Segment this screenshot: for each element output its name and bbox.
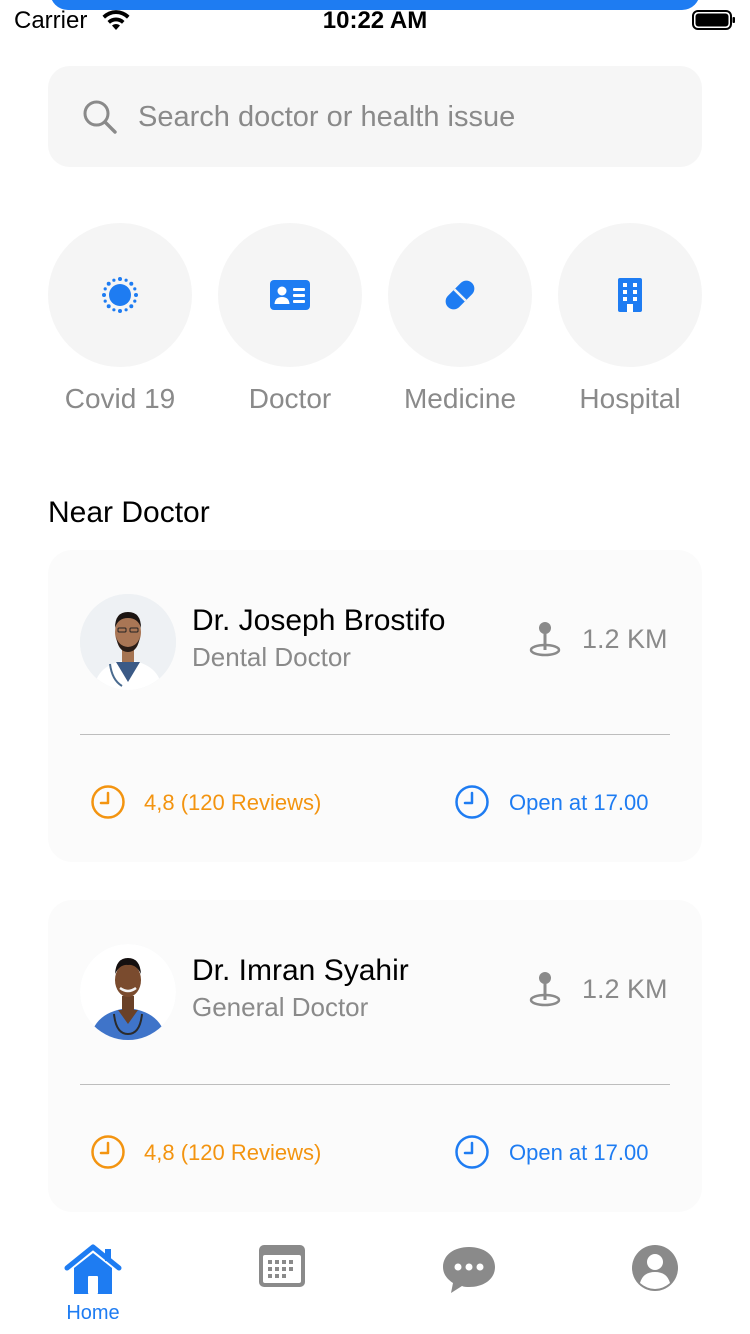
doctor-open-time: Open at 17.00 [509,1140,649,1165]
category-covid-19[interactable]: Covid 19 [48,223,192,415]
id-card-icon [270,280,310,310]
search-icon [83,100,117,134]
divider [80,734,670,735]
rating-clock-icon [91,1135,125,1169]
doctor-rating: 4,8 (120 Reviews) [144,790,322,815]
doctor-specialty: General Doctor [192,992,369,1022]
doctor-distance: 1.2 KM [582,624,668,654]
home-icon [64,1244,122,1294]
category-label: Hospital [579,383,681,414]
category-doctor[interactable]: Doctor [218,223,362,415]
category-label: Medicine [403,383,517,414]
doctor-rating: 4,8 (120 Reviews) [144,1140,322,1165]
category-hospital[interactable]: Hospital [558,223,702,415]
tab-chat[interactable] [429,1244,509,1294]
doctor-card[interactable]: Dr. Imran Syahir General Doctor 1.2 KM 4… [48,900,702,1212]
doctor-avatar [80,944,176,1040]
category-label: Doctor [248,383,332,414]
chat-icon [443,1247,495,1293]
virus-icon [102,277,138,313]
hospital-building-icon [618,278,642,312]
category-circle[interactable] [218,223,362,367]
rating-clock-icon [91,785,125,819]
category-circle[interactable] [558,223,702,367]
tab-profile[interactable] [615,1244,695,1292]
search-input[interactable] [138,96,658,138]
clock-icon [455,1135,489,1169]
doctor-specialty: Dental Doctor [192,642,351,672]
location-pin-icon [529,972,561,1007]
doctor-name: Dr. Joseph Brostifo [192,604,446,637]
category-circle[interactable] [48,223,192,367]
section-title-near-doctor: Near Doctor [48,496,210,529]
profile-icon [632,1245,678,1291]
calendar-icon [259,1245,305,1287]
doctor-name: Dr. Imran Syahir [192,954,409,987]
tab-calendar[interactable] [242,1244,322,1288]
pill-icon [445,280,475,310]
tab-home[interactable]: Home [53,1244,133,1325]
doctor-card[interactable]: Dr. Joseph Brostifo Dental Doctor 1.2 KM… [48,550,702,862]
battery-icon [692,10,735,30]
status-bar: Carrier 10:22 AM [0,0,750,44]
doctor-distance: 1.2 KM [582,974,668,1004]
clock-icon [455,785,489,819]
doctor-avatar [80,594,176,690]
category-label: Covid 19 [64,383,176,414]
clock-time: 10:22 AM [322,7,428,34]
doctor-open-time: Open at 17.00 [509,790,649,815]
tab-home-label: Home [66,1302,120,1324]
category-circle[interactable] [388,223,532,367]
category-medicine[interactable]: Medicine [388,223,532,415]
location-pin-icon [529,622,561,657]
divider [80,1084,670,1085]
